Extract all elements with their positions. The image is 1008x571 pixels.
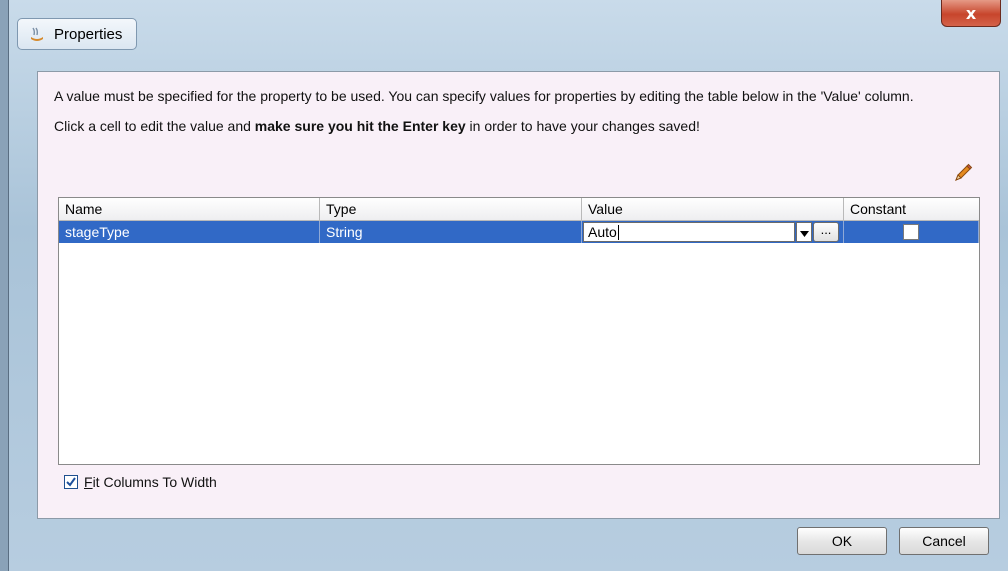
instructions: A value must be specified for the proper… — [54, 86, 984, 136]
instruction-line-2-start: Click a cell to edit the value and — [54, 118, 255, 134]
fit-columns-label-rest: it Columns To Width — [92, 474, 217, 490]
fit-columns-option[interactable]: Fit Columns To Width — [64, 472, 217, 492]
close-icon: x — [965, 3, 977, 23]
table-header: Name Type Value Constant — [59, 198, 979, 221]
column-header-constant[interactable]: Constant — [844, 198, 979, 220]
content-panel: A value must be specified for the proper… — [37, 71, 1000, 519]
instruction-line-1: A value must be specified for the proper… — [54, 88, 914, 104]
title-bar[interactable]: Properties x — [9, 0, 1008, 58]
checkmark-icon — [66, 474, 76, 490]
constant-checkbox[interactable] — [903, 224, 919, 240]
title-tab: Properties — [17, 18, 138, 50]
fit-columns-label[interactable]: Fit Columns To Width — [84, 474, 217, 490]
properties-dialog: Properties x A value must be specified f… — [8, 0, 1008, 571]
close-button[interactable]: x — [941, 0, 1001, 27]
cell-type[interactable]: String — [320, 221, 582, 243]
column-header-name[interactable]: Name — [59, 198, 320, 220]
triangle-down-icon — [799, 221, 809, 243]
instruction-line-2: Click a cell to edit the value and make … — [54, 116, 984, 136]
value-ellipsis-button[interactable]: ... — [813, 222, 839, 242]
properties-app-icon — [28, 25, 46, 43]
cell-name[interactable]: stageType — [59, 221, 320, 243]
window-title: Properties — [54, 25, 123, 43]
instruction-line-2-emphasis: make sure you hit the Enter key — [254, 118, 466, 134]
text-caret — [617, 225, 619, 240]
value-input[interactable]: Auto — [583, 222, 795, 242]
column-header-type[interactable]: Type — [320, 198, 582, 220]
column-header-value[interactable]: Value — [582, 198, 844, 220]
value-text: Auto — [588, 224, 617, 240]
cancel-button[interactable]: Cancel — [899, 527, 989, 555]
ok-button[interactable]: OK — [797, 527, 887, 555]
fit-columns-mnemonic: F — [84, 474, 93, 490]
pencil-icon[interactable] — [952, 162, 974, 184]
cell-constant[interactable] — [844, 221, 979, 243]
properties-table: Name Type Value Constant stageType Strin… — [58, 197, 980, 465]
cell-value[interactable]: Auto ... — [582, 221, 844, 243]
value-dropdown-button[interactable] — [796, 222, 812, 242]
instruction-line-2-end: in order to have your changes saved! — [465, 118, 700, 134]
table-row[interactable]: stageType String Auto ... — [59, 221, 979, 243]
fit-columns-checkbox[interactable] — [64, 475, 78, 489]
